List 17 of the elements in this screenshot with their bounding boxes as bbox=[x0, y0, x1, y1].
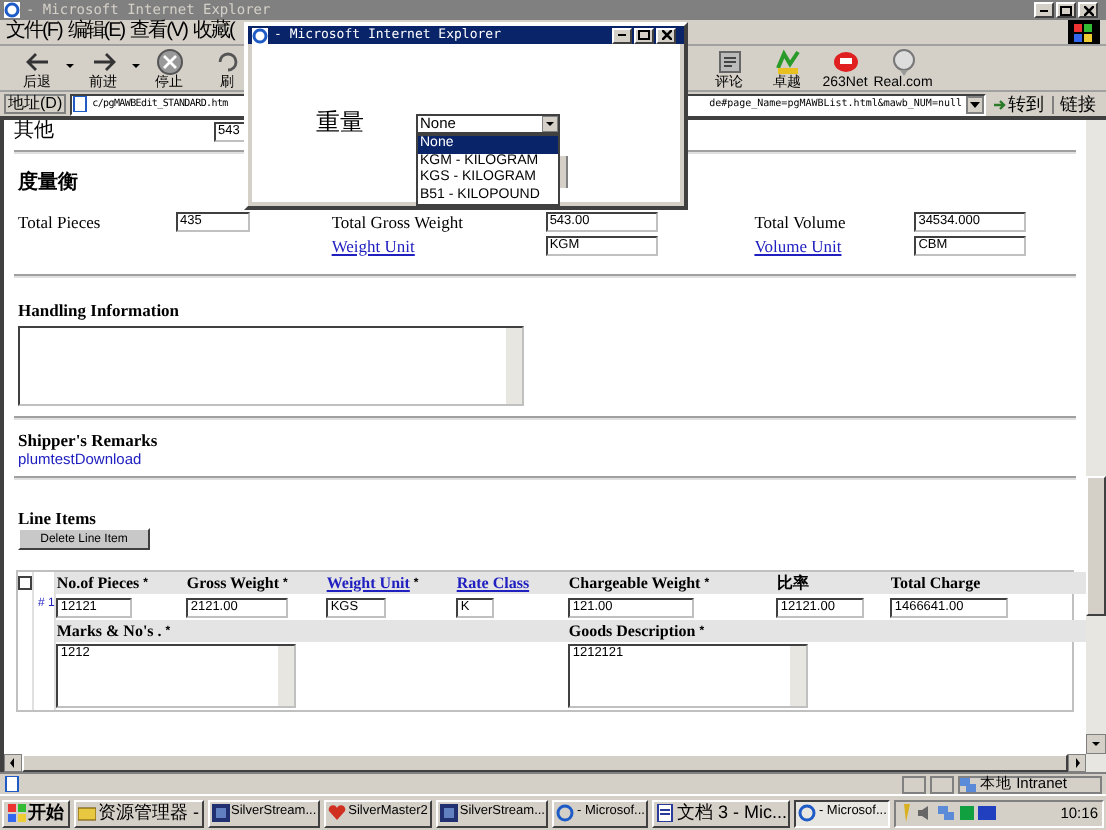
field-label: 重量 bbox=[316, 110, 364, 134]
section-heading: 度量衡 bbox=[18, 174, 78, 194]
address-label: 地址(D) bbox=[4, 94, 67, 114]
column-header: Total Charge bbox=[890, 575, 981, 591]
column-header: Marks & No's . bbox=[56, 623, 162, 639]
column-header: Gross Weight bbox=[186, 575, 279, 591]
column-header: No.of Pieces bbox=[56, 575, 140, 591]
field-label: Total Volume bbox=[754, 213, 848, 231]
field-label: 其他 bbox=[14, 122, 56, 142]
column-header: Chargeable Weight bbox=[568, 575, 701, 591]
section-heading: Handling Information bbox=[18, 302, 180, 319]
field-label: Total Gross Weight bbox=[331, 213, 465, 231]
field-label: Total Pieces bbox=[18, 213, 103, 231]
section-heading: Shipper's Remarks bbox=[18, 431, 158, 448]
column-header: 比率 bbox=[776, 575, 809, 591]
column-header: Goods Description bbox=[568, 623, 696, 639]
section-heading: Line Items bbox=[18, 509, 96, 526]
